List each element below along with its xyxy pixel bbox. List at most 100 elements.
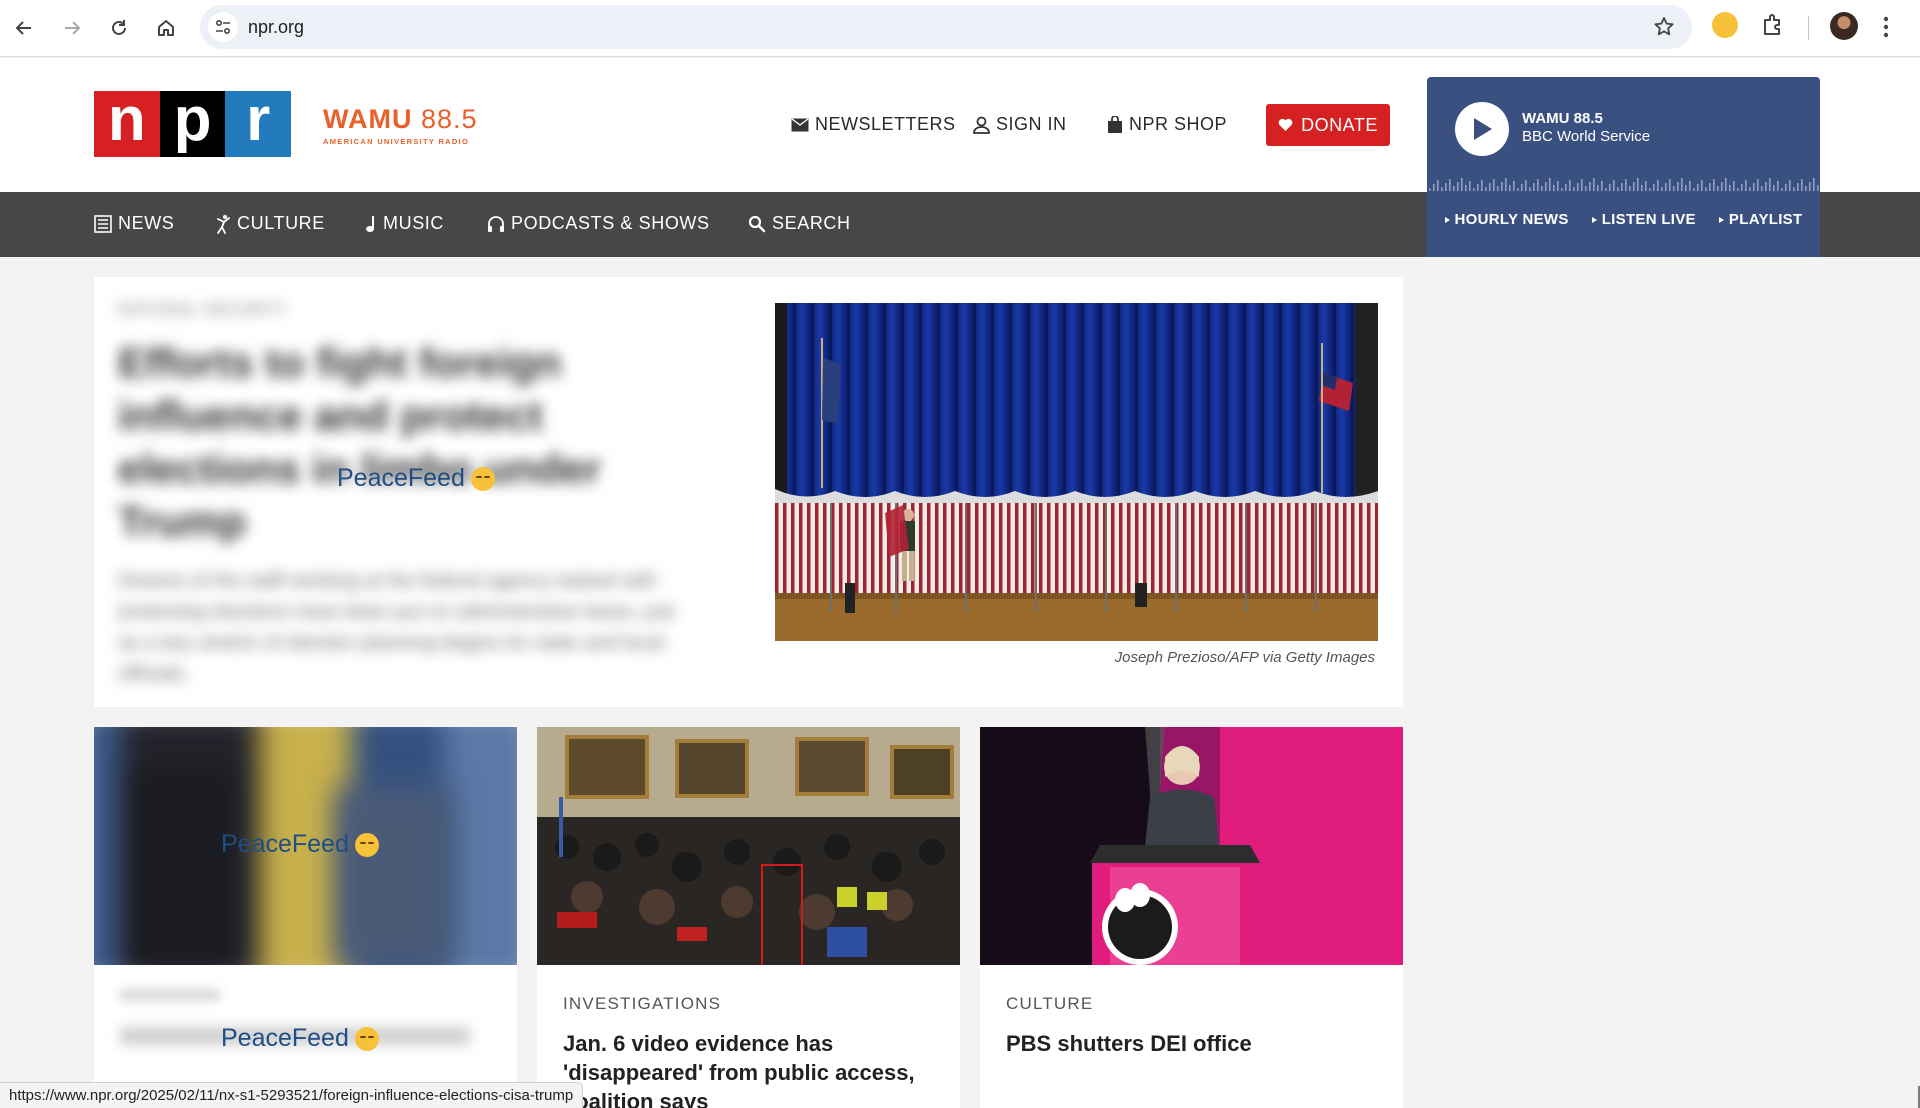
waveform-bar bbox=[1777, 181, 1779, 191]
profile-avatar[interactable] bbox=[1830, 12, 1858, 40]
waveform-bar bbox=[1497, 186, 1499, 191]
site-settings-icon[interactable] bbox=[208, 12, 238, 42]
waveform-bar bbox=[1737, 188, 1739, 191]
arrow-right-icon bbox=[65, 21, 81, 35]
card-slug[interactable]: INVESTIGATIONS bbox=[563, 994, 721, 1014]
extension-emoji-icon[interactable] bbox=[1712, 12, 1738, 38]
waveform-bar bbox=[1597, 185, 1599, 191]
waveform-bar bbox=[1801, 179, 1803, 191]
station-player: WAMU 88.5 BBC World Service HOURLY NEWS … bbox=[1427, 77, 1820, 257]
waveform-bar bbox=[1541, 186, 1543, 191]
audio-waveform-graphic bbox=[1429, 178, 1819, 191]
more-menu-icon[interactable] bbox=[1882, 14, 1890, 40]
playlist-link[interactable]: PLAYLIST bbox=[1718, 211, 1803, 228]
waveform-bar bbox=[1533, 183, 1535, 191]
peacefeed-overlay: PeaceFeed bbox=[221, 1024, 379, 1053]
waveform-bar bbox=[1449, 179, 1451, 191]
peacefeed-overlay: PeaceFeed bbox=[221, 830, 379, 859]
main-nav: NEWS CULTURE MUSIC PODCASTS & SHOWS SEAR… bbox=[0, 192, 1427, 257]
waveform-bar bbox=[1457, 182, 1459, 191]
waveform-bar bbox=[1813, 178, 1815, 191]
nav-podcasts-shows[interactable]: PODCASTS & SHOWS bbox=[487, 213, 710, 234]
url-text[interactable]: npr.org bbox=[248, 17, 304, 38]
waveform-bar bbox=[1753, 183, 1755, 191]
listen-live-link[interactable]: LISTEN LIVE bbox=[1591, 211, 1696, 228]
nav-news[interactable]: NEWS bbox=[94, 213, 174, 234]
player-station-name: WAMU 88.5 bbox=[1522, 110, 1603, 127]
waveform-bar bbox=[1741, 184, 1743, 191]
scrollbar-corner[interactable] bbox=[1905, 1086, 1920, 1108]
nav-search[interactable]: SEARCH bbox=[748, 213, 851, 234]
story-card[interactable]: PeaceFeed PeaceFeed bbox=[94, 727, 517, 1108]
waveform-bar bbox=[1693, 188, 1695, 191]
wamu-logo[interactable]: WAMU 88.5 AMERICAN UNIVERSITY RADIO bbox=[323, 104, 478, 146]
star-bookmark-icon[interactable] bbox=[1652, 15, 1676, 39]
waveform-bar bbox=[1797, 183, 1799, 191]
waveform-bar bbox=[1669, 179, 1671, 191]
waveform-bar bbox=[1437, 180, 1439, 191]
story-card[interactable]: INVESTIGATIONS Jan. 6 video evidence has… bbox=[537, 727, 960, 1108]
waveform-bar bbox=[1569, 180, 1571, 191]
nav-music[interactable]: MUSIC bbox=[365, 213, 444, 234]
waveform-bar bbox=[1577, 183, 1579, 191]
waveform-bar bbox=[1565, 184, 1567, 191]
home-button[interactable] bbox=[148, 10, 184, 46]
extensions-puzzle-icon[interactable] bbox=[1760, 12, 1786, 38]
waveform-bar bbox=[1653, 184, 1655, 191]
waveform-bar bbox=[1681, 178, 1683, 191]
waveform-bar bbox=[1709, 183, 1711, 191]
waveform-bar bbox=[1601, 181, 1603, 191]
npr-logo[interactable]: n p r bbox=[94, 89, 292, 157]
nav-culture[interactable]: CULTURE bbox=[215, 213, 325, 234]
forward-button[interactable] bbox=[54, 10, 90, 46]
waveform-bar bbox=[1509, 185, 1511, 191]
browser-toolbar: npr.org bbox=[0, 0, 1920, 57]
waveform-bar bbox=[1617, 187, 1619, 191]
waveform-bar bbox=[1561, 188, 1563, 191]
play-triangle-icon bbox=[1591, 216, 1597, 223]
waveform-bar bbox=[1581, 179, 1583, 191]
waveform-bar bbox=[1537, 179, 1539, 191]
waveform-bar bbox=[1665, 183, 1667, 191]
story-card[interactable]: CULTURE PBS shutters DEI office bbox=[980, 727, 1403, 1108]
waveform-bar bbox=[1673, 186, 1675, 191]
waveform-bar bbox=[1633, 182, 1635, 191]
hero-text-blurred[interactable]: NATIONAL SECURITY Efforts to fight forei… bbox=[118, 301, 678, 690]
newsletters-link[interactable]: NEWSLETTERS bbox=[791, 114, 956, 135]
waveform-bar bbox=[1621, 183, 1623, 191]
waveform-bar bbox=[1793, 187, 1795, 191]
waveform-bar bbox=[1453, 186, 1455, 191]
card-slug[interactable]: CULTURE bbox=[1006, 994, 1093, 1014]
waveform-bar bbox=[1685, 185, 1687, 191]
waveform-bar bbox=[1605, 188, 1607, 191]
story-image-capitol-riot[interactable] bbox=[537, 727, 960, 965]
waveform-bar bbox=[1585, 186, 1587, 191]
waveform-bar bbox=[1593, 178, 1595, 191]
waveform-bar bbox=[1613, 180, 1615, 191]
waveform-bar bbox=[1557, 181, 1559, 191]
play-icon bbox=[1474, 118, 1492, 140]
music-note-icon bbox=[366, 215, 374, 232]
reload-button[interactable] bbox=[101, 10, 137, 46]
peacefeed-overlay: PeaceFeed bbox=[337, 464, 495, 493]
card-slug-blurred bbox=[120, 989, 220, 1001]
play-button[interactable] bbox=[1455, 102, 1509, 156]
sign-in-link[interactable]: SIGN IN bbox=[973, 114, 1067, 135]
story-image-pbs-podium[interactable] bbox=[980, 727, 1403, 965]
address-bar[interactable]: npr.org bbox=[200, 5, 1692, 49]
donate-button[interactable]: DONATE bbox=[1266, 104, 1390, 146]
card-title[interactable]: Jan. 6 video evidence has 'disappeared' … bbox=[563, 1029, 943, 1108]
waveform-bar bbox=[1645, 181, 1647, 191]
hero-headline[interactable]: Efforts to fight foreign influence and p… bbox=[118, 336, 678, 548]
hero-image-polling-booths[interactable] bbox=[775, 303, 1378, 641]
back-button[interactable] bbox=[6, 10, 42, 46]
waveform-bar bbox=[1641, 185, 1643, 191]
waveform-bar bbox=[1445, 183, 1447, 191]
waveform-bar bbox=[1701, 180, 1703, 191]
waveform-bar bbox=[1609, 184, 1611, 191]
card-title[interactable]: PBS shutters DEI office bbox=[1006, 1029, 1386, 1058]
npr-shop-link[interactable]: NPR SHOP bbox=[1107, 114, 1227, 135]
waveform-bar bbox=[1589, 182, 1591, 191]
waveform-bar bbox=[1769, 178, 1771, 191]
hourly-news-link[interactable]: HOURLY NEWS bbox=[1444, 211, 1569, 228]
